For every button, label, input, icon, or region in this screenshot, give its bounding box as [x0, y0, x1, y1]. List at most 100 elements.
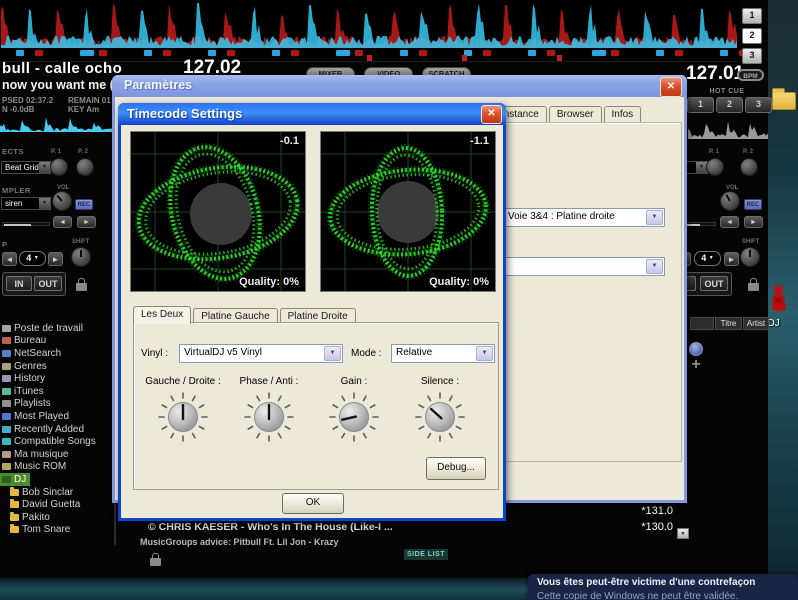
deck-select-button[interactable]: 1 [742, 8, 762, 24]
rhythm-waveform-panel[interactable] [0, 0, 740, 62]
phase-anti-knob[interactable] [243, 391, 295, 443]
musicgroups-advice-row[interactable]: MusicGroups advice: Pitbull Ft. Lil Jon … [140, 537, 339, 547]
sampler-prev-button[interactable]: ◄ [53, 216, 72, 228]
sampler-rec-button[interactable]: REC [744, 199, 762, 210]
side-list-header-blank[interactable] [690, 317, 714, 330]
loop-length-value: 4 [701, 253, 706, 263]
sidebar-item[interactable]: History [0, 372, 49, 385]
sidebar-item[interactable]: Genres [0, 360, 51, 373]
knob-label-silence: Silence : [392, 376, 488, 387]
soundcard-select[interactable]: Voie 3&4 : Platine droite ▼ [503, 208, 665, 227]
parametres-tab[interactable]: Infos [604, 106, 642, 122]
sidebar-item[interactable]: Pakito [8, 511, 54, 524]
playlist-bpm-value[interactable]: *131.0 [560, 504, 673, 520]
deck-right-mini-waveform[interactable] [688, 117, 768, 141]
close-icon[interactable]: ✕ [660, 77, 682, 97]
sidebar-item[interactable]: NetSearch [0, 347, 65, 360]
timecode-tab[interactable]: Les Deux [133, 306, 191, 324]
loop-out-button[interactable]: OUT [700, 276, 728, 291]
sampler-next-button[interactable]: ► [77, 216, 96, 228]
virtualdj-shortcut-icon[interactable] [766, 283, 790, 315]
chevron-down-icon[interactable]: ▼ [476, 346, 493, 361]
lock-icon[interactable] [76, 283, 87, 291]
sidebar-item[interactable]: iTunes [0, 385, 48, 398]
hot-cue-button[interactable]: 1 [687, 97, 714, 113]
sidebar-item[interactable]: Poste de travail [0, 322, 87, 335]
sidebar-item[interactable]: Playlists [0, 398, 55, 411]
chevron-down-icon[interactable]: ▼ [39, 162, 50, 173]
chevron-down-icon[interactable]: ▼ [646, 210, 663, 225]
lock-icon[interactable] [748, 283, 759, 291]
loop-shift-knob[interactable] [71, 247, 91, 267]
deck-left-mini-waveform[interactable] [0, 117, 113, 133]
lock-icon[interactable] [150, 558, 161, 566]
effects-param1-knob[interactable] [50, 158, 68, 176]
scope-offset-value: -0.1 [280, 135, 299, 147]
sidebar-item[interactable]: Music ROM [0, 461, 70, 474]
chevron-down-icon[interactable]: ▼ [709, 255, 714, 261]
loop-double-button[interactable]: ► [724, 252, 739, 266]
side-list-tab[interactable]: SIDE LIST [404, 549, 448, 560]
desktop-folder-icon[interactable] [772, 92, 796, 110]
chevron-down-icon[interactable]: ▼ [34, 255, 39, 261]
chevron-down-icon[interactable]: ▼ [39, 198, 50, 209]
gauche-droite-knob[interactable] [157, 391, 209, 443]
loop-in-button[interactable]: IN [6, 276, 32, 291]
sidebar-item[interactable]: DJ [0, 473, 30, 486]
parametres-tab[interactable]: Browser [549, 106, 602, 122]
effects-label: ECTS [2, 147, 24, 156]
loop-half-button[interactable]: ◄ [2, 252, 17, 266]
netsearch-globe-icon[interactable] [689, 342, 703, 356]
silence-knob[interactable] [414, 391, 466, 443]
chevron-down-icon[interactable]: ▼ [324, 346, 341, 361]
hot-cue-button[interactable]: 2 [716, 97, 743, 113]
effects-param2-knob[interactable] [76, 158, 94, 176]
mode-select-value: Relative [396, 347, 432, 358]
parametres-title-bar[interactable]: Paramètres ✕ [112, 75, 687, 97]
sidebar-item[interactable]: Bureau [0, 335, 50, 348]
playlist-bpm-value[interactable]: *130.0 [560, 520, 673, 536]
effects-param1-knob[interactable] [706, 158, 724, 176]
loop-length-display[interactable]: 4 ▼ [694, 251, 721, 266]
sampler-volume-knob[interactable] [52, 191, 72, 211]
wga-notification[interactable]: Vous êtes peut-être victime d'une contre… [528, 574, 798, 600]
sidebar-item[interactable]: Ma musique [0, 448, 72, 461]
loop-shift-knob[interactable] [740, 247, 760, 267]
sampler-prev-button[interactable]: ◄ [720, 216, 739, 228]
add-track-icon[interactable]: + [688, 357, 704, 373]
sidebar-item[interactable]: Recently Added [0, 423, 88, 436]
timecode-title-bar[interactable]: Timecode Settings ✕ [118, 103, 506, 125]
hot-cue-button[interactable]: 3 [745, 97, 772, 113]
timecode-scope-right: -1.1 Quality: 0% [320, 131, 496, 292]
sampler-rec-button[interactable]: REC [75, 199, 93, 210]
sidebar-item[interactable]: Tom Snare [8, 524, 74, 537]
side-list-header-artist[interactable]: Artist [743, 317, 769, 330]
beat-marker-red [99, 50, 107, 56]
deck-select-button[interactable]: 2 [742, 28, 762, 44]
close-icon[interactable]: ✕ [481, 105, 502, 124]
effects-select[interactable]: Beat Grid ▼ [1, 161, 51, 174]
gain-knob[interactable] [328, 391, 380, 443]
loop-double-button[interactable]: ► [48, 252, 63, 266]
debug-button[interactable]: Debug... [426, 457, 486, 480]
side-list-header-title[interactable]: Titre [715, 317, 742, 330]
sampler-volume-slider[interactable] [2, 222, 50, 226]
sidebar-item[interactable]: David Guetta [8, 498, 84, 511]
elapsed-time: PSED 02:37.2 [2, 96, 53, 105]
chevron-down-icon[interactable]: ▼ [646, 259, 663, 274]
ok-button[interactable]: OK [282, 493, 344, 514]
deck-select-button[interactable]: 3 [742, 48, 762, 64]
mode-select[interactable]: Relative ▼ [391, 344, 495, 363]
sampler-select[interactable]: siren ▼ [1, 197, 51, 210]
sampler-volume-knob[interactable] [720, 191, 740, 211]
effects-param2-knob[interactable] [740, 158, 758, 176]
loop-length-display[interactable]: 4 ▼ [19, 251, 46, 266]
sampler-next-button[interactable]: ► [744, 216, 763, 228]
playlist-sort-dropdown[interactable]: ▼ [677, 528, 689, 539]
secondary-select[interactable]: ▼ [503, 257, 665, 276]
loop-out-button[interactable]: OUT [34, 276, 62, 291]
vinyl-select[interactable]: VirtualDJ v5 Vinyl ▼ [179, 344, 343, 363]
sidebar-item[interactable]: Bob Sinclar [8, 486, 77, 499]
sidebar-item[interactable]: Most Played [0, 410, 73, 423]
sidebar-item[interactable]: Compatible Songs [0, 435, 100, 448]
